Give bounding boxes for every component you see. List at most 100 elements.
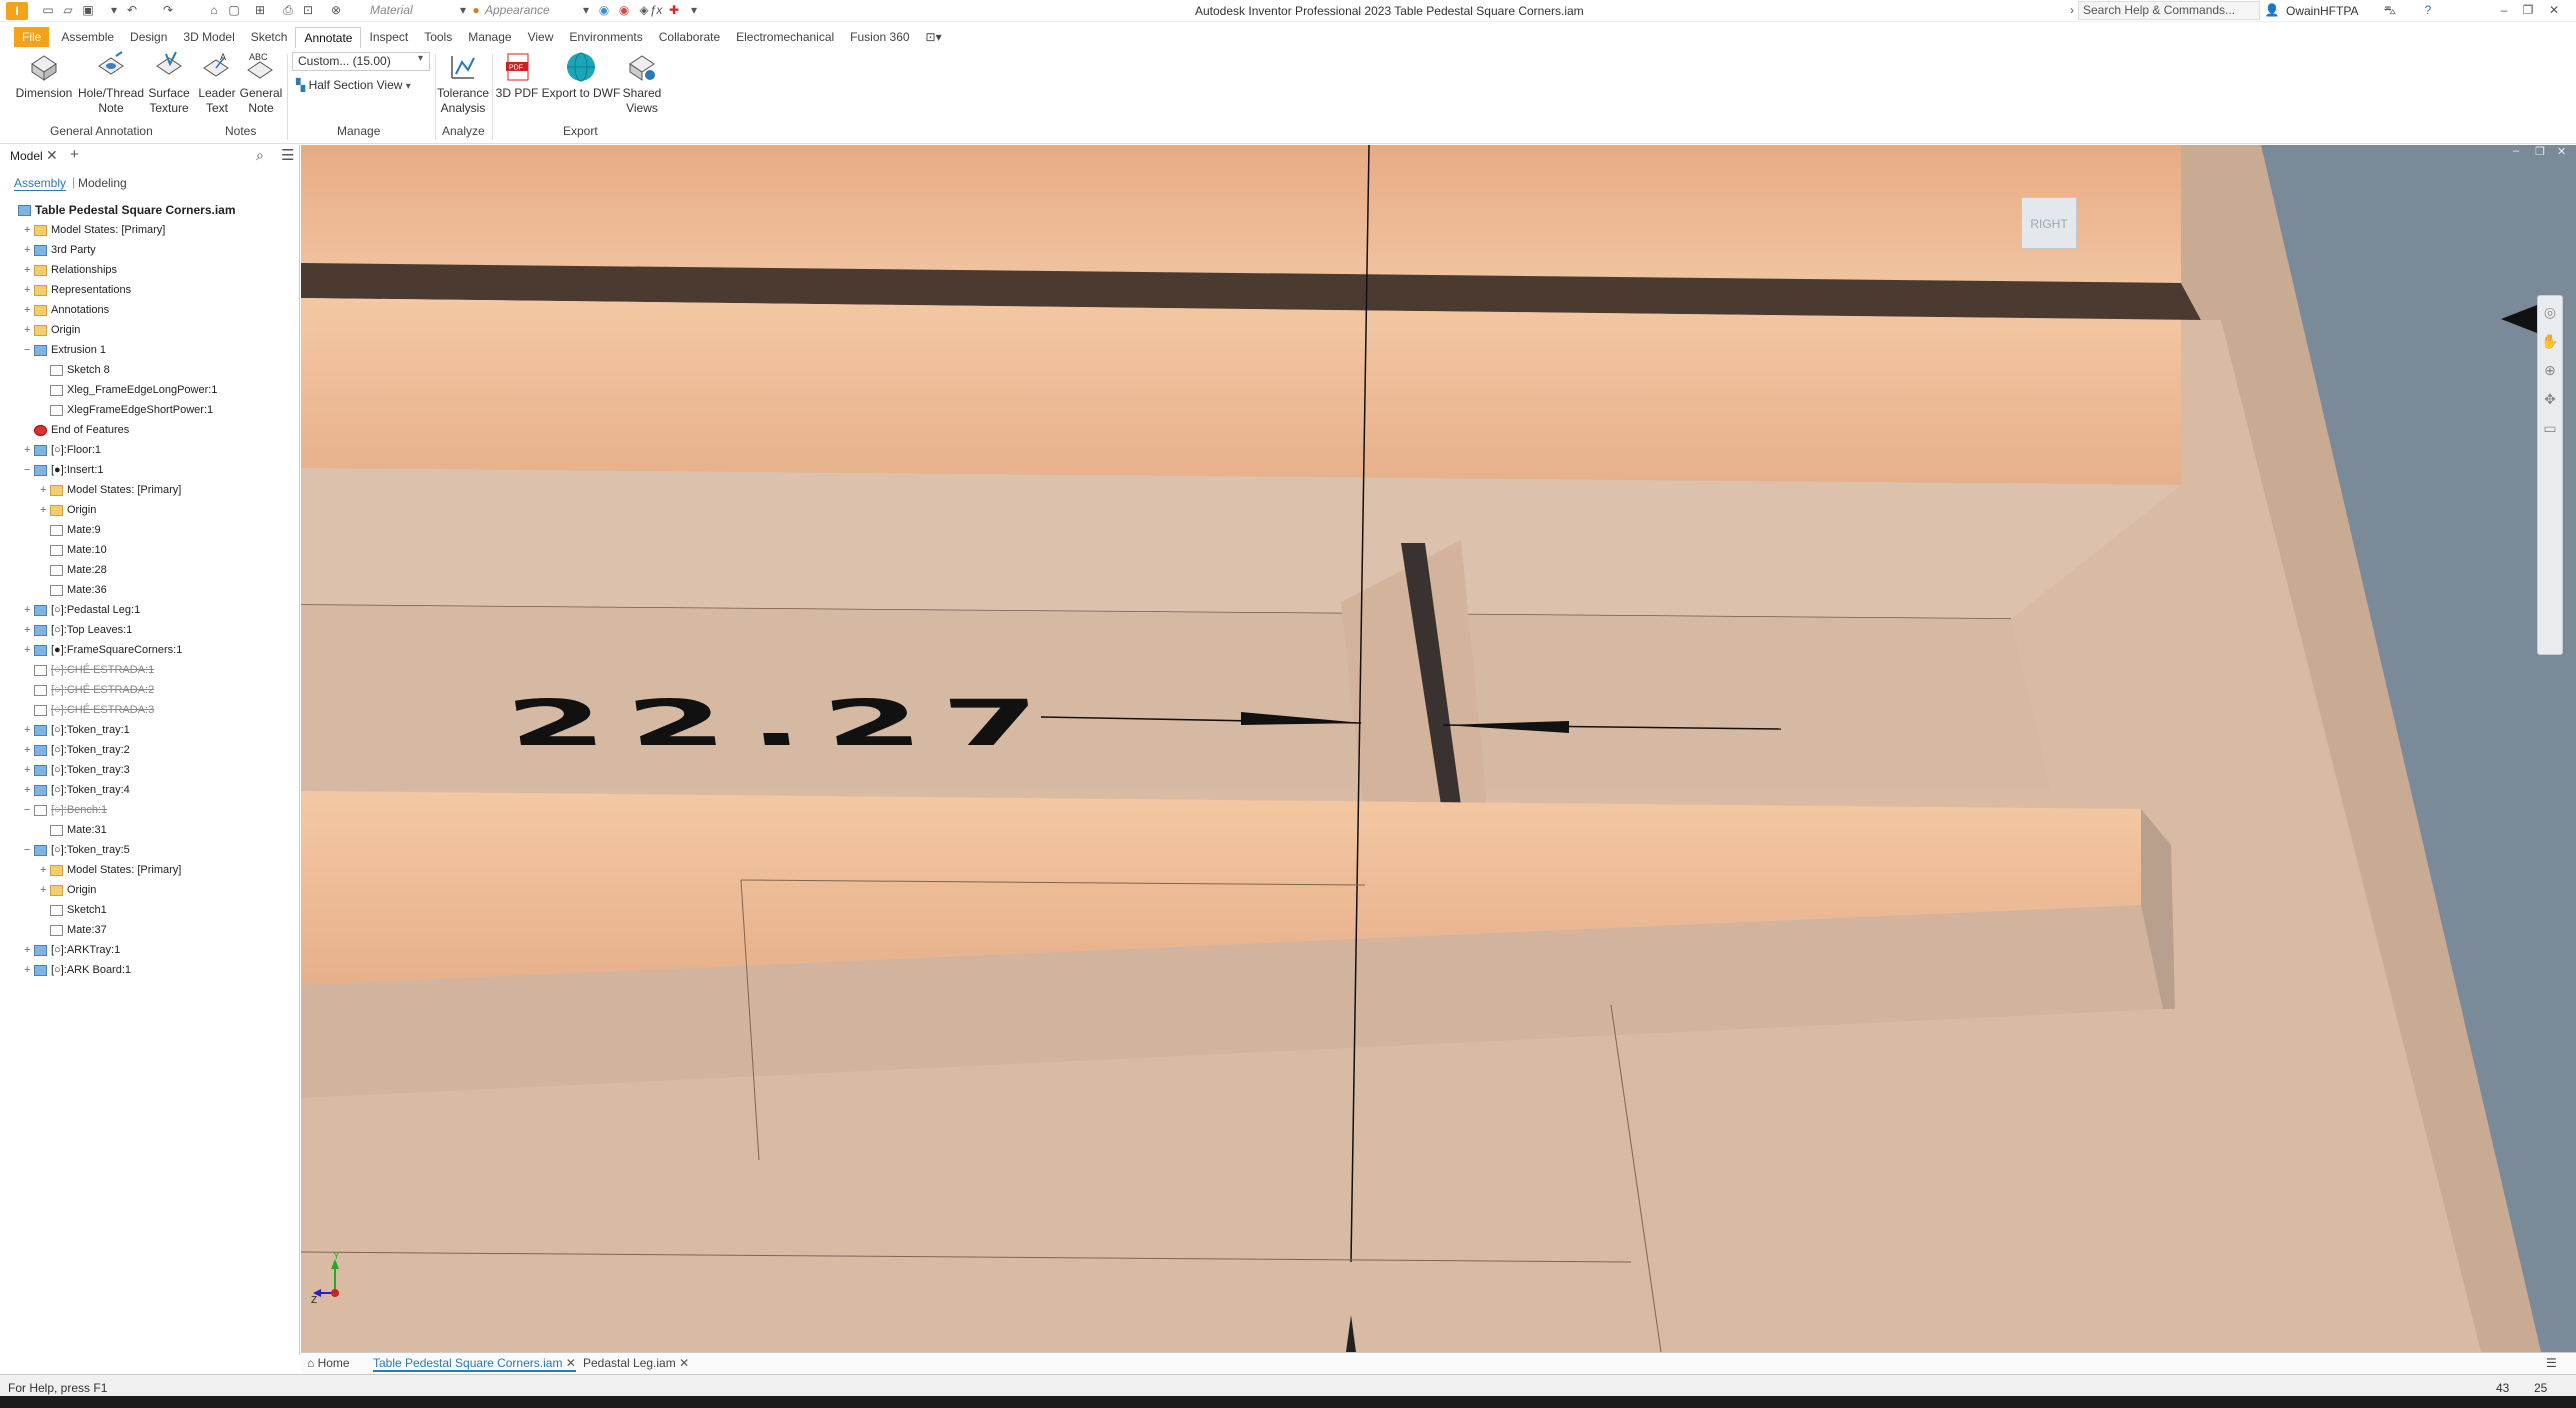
restore-icon[interactable]: ❐: [2520, 3, 2536, 18]
tab-3d-model[interactable]: 3D Model: [175, 27, 242, 47]
expand-icon[interactable]: +: [40, 860, 50, 880]
select-icon[interactable]: ▢: [226, 3, 242, 18]
browser-tab-model[interactable]: Model: [10, 149, 43, 163]
tree-item[interactable]: + [○]:Top Leaves:1: [24, 620, 132, 640]
tab-electromechanical[interactable]: Electromechanical: [728, 27, 842, 47]
doc-tab-home[interactable]: ⌂ Home: [307, 1356, 350, 1370]
tree-item[interactable]: + [○]:ARK Board:1: [24, 960, 131, 980]
adjust-icon[interactable]: ◉: [596, 3, 612, 18]
shared-views-button[interactable]: Shared Views: [620, 50, 664, 116]
graphics-viewport[interactable]: 22.27 RIGHT – ❐ ✕ ◎ ✋ ⊕ ✥ ▭ Y Z: [301, 145, 2576, 1352]
print-icon[interactable]: ⎙: [280, 3, 296, 18]
expand-icon[interactable]: +: [24, 720, 34, 740]
save-dropdown-icon[interactable]: ▾: [106, 3, 122, 18]
tree-item[interactable]: + Annotations: [24, 300, 109, 320]
expand-icon[interactable]: +: [24, 620, 34, 640]
open-icon[interactable]: ▱: [60, 3, 76, 18]
tab-view[interactable]: View: [520, 27, 562, 47]
expand-icon[interactable]: +: [24, 740, 34, 760]
viewport-close-icon[interactable]: ✕: [2557, 145, 2566, 158]
expand-icon[interactable]: +: [40, 880, 50, 900]
tree-item[interactable]: + [○]:Token_tray:4: [24, 780, 130, 800]
expand-icon[interactable]: +: [24, 300, 34, 320]
material-icon[interactable]: ⊗: [328, 3, 344, 18]
expand-icon[interactable]: +: [24, 780, 34, 800]
tab-sketch[interactable]: Sketch: [243, 27, 296, 47]
tree-item[interactable]: + Model States: [Primary]: [40, 860, 181, 880]
tree-item[interactable]: − [○]:Bench:1: [24, 800, 107, 820]
expand-icon[interactable]: +: [24, 600, 34, 620]
tree-item[interactable]: − [●]:Insert:1: [24, 460, 104, 480]
expand-icon[interactable]: +: [24, 260, 34, 280]
tree-item[interactable]: Mate:9: [40, 520, 101, 540]
tab-collaborate[interactable]: Collaborate: [651, 27, 728, 47]
expand-icon[interactable]: +: [40, 500, 50, 520]
tolerance-analysis-button[interactable]: Tolerance Analysis: [436, 50, 490, 116]
measure-icon[interactable]: ⊞: [252, 3, 268, 18]
navigation-bar[interactable]: ◎ ✋ ⊕ ✥ ▭: [2537, 295, 2563, 655]
tree-item[interactable]: +3rd Party: [24, 240, 96, 260]
tree-item[interactable]: + Representations: [24, 280, 131, 300]
tab-fusion-360[interactable]: Fusion 360: [842, 27, 917, 47]
add-icon[interactable]: ✚: [666, 3, 682, 18]
tree-item[interactable]: + [○]:Pedastal Leg:1: [24, 600, 140, 620]
cart-icon[interactable]: ⛍: [2382, 3, 2398, 18]
surface-texture-button[interactable]: Surface Texture: [146, 50, 192, 116]
browser-menu-icon[interactable]: ☰: [281, 146, 294, 164]
zoom-icon[interactable]: ⊕: [2538, 362, 2562, 379]
expand-icon[interactable]: +: [24, 220, 34, 240]
home-icon[interactable]: ⌂: [206, 3, 222, 18]
doc-tab-pedastal[interactable]: Pedastal Leg.iam ✕: [583, 1356, 689, 1370]
close-icon[interactable]: ✕: [2546, 3, 2562, 18]
search-input[interactable]: Search Help & Commands...: [2078, 1, 2260, 20]
tree-item[interactable]: + Model States: [Primary]: [24, 220, 165, 240]
expand-icon[interactable]: +: [24, 640, 34, 660]
subtab-modeling[interactable]: Modeling: [78, 176, 127, 190]
collapse-icon[interactable]: −: [24, 460, 34, 480]
browser-search-icon[interactable]: ⌕: [256, 147, 264, 164]
redo-icon[interactable]: ↷: [160, 3, 176, 18]
minimize-icon[interactable]: –: [2496, 3, 2512, 18]
tree-item[interactable]: − [○]:Token_tray:5: [24, 840, 130, 860]
pan-icon[interactable]: ✋: [2538, 333, 2562, 350]
tree-item[interactable]: + [○]:Token_tray:1: [24, 720, 130, 740]
doc-tab-active[interactable]: Table Pedestal Square Corners.iam ✕: [373, 1356, 576, 1372]
expand-icon[interactable]: +: [40, 480, 50, 500]
tree-item[interactable]: End of Features: [24, 420, 129, 440]
user-name[interactable]: OwainHFTPA: [2286, 4, 2358, 18]
tree-item[interactable]: + [○]:Floor:1: [24, 440, 101, 460]
leader-text-button[interactable]: A Leader Text: [196, 50, 238, 116]
general-note-button[interactable]: ABC General Note: [238, 50, 284, 116]
3d-pdf-button[interactable]: PDF 3D PDF: [494, 50, 540, 101]
tree-item[interactable]: + [○]:ARKTray:1: [24, 940, 120, 960]
tree-item[interactable]: [○]:CHÉ ESTRADA:1: [24, 660, 154, 680]
undo-icon[interactable]: ↶: [124, 3, 140, 18]
expand-icon[interactable]: +: [24, 320, 34, 340]
tab-manage[interactable]: Manage: [460, 27, 519, 47]
tree-item[interactable]: XlegFrameEdgeShortPower:1: [40, 400, 213, 420]
expand-icon[interactable]: +: [24, 440, 34, 460]
doc-tab-close-icon[interactable]: ✕: [679, 1356, 689, 1370]
tree-item[interactable]: + [○]:Token_tray:3: [24, 760, 130, 780]
viewcube-right[interactable]: RIGHT: [2021, 197, 2077, 249]
tree-item[interactable]: Mate:10: [40, 540, 107, 560]
tree-item[interactable]: Mate:37: [40, 920, 107, 940]
tree-item[interactable]: + [●]:FrameSquareCorners:1: [24, 640, 182, 660]
browser-tab-close-icon[interactable]: ✕: [46, 147, 58, 164]
app-logo[interactable]: I: [6, 2, 28, 20]
doc-tab-close-icon[interactable]: ✕: [566, 1356, 576, 1370]
steering-wheel-icon[interactable]: ◎: [2538, 304, 2562, 321]
orbit-icon[interactable]: ✥: [2538, 391, 2562, 408]
collapse-icon[interactable]: −: [24, 840, 34, 860]
tree-item[interactable]: − Extrusion 1: [24, 340, 106, 360]
tree-item[interactable]: + Origin: [24, 320, 80, 340]
expand-icon[interactable]: +: [24, 940, 34, 960]
expand-icon[interactable]: +: [24, 960, 34, 980]
collapse-icon[interactable]: −: [24, 800, 34, 820]
expand-icon[interactable]: +: [24, 240, 34, 260]
subtab-assembly[interactable]: Assembly: [14, 176, 67, 191]
dimension-button[interactable]: Dimension: [12, 50, 76, 101]
tree-item[interactable]: + Relationships: [24, 260, 117, 280]
customize-icon[interactable]: ▾: [686, 3, 702, 18]
tab-design[interactable]: Design: [122, 27, 175, 47]
